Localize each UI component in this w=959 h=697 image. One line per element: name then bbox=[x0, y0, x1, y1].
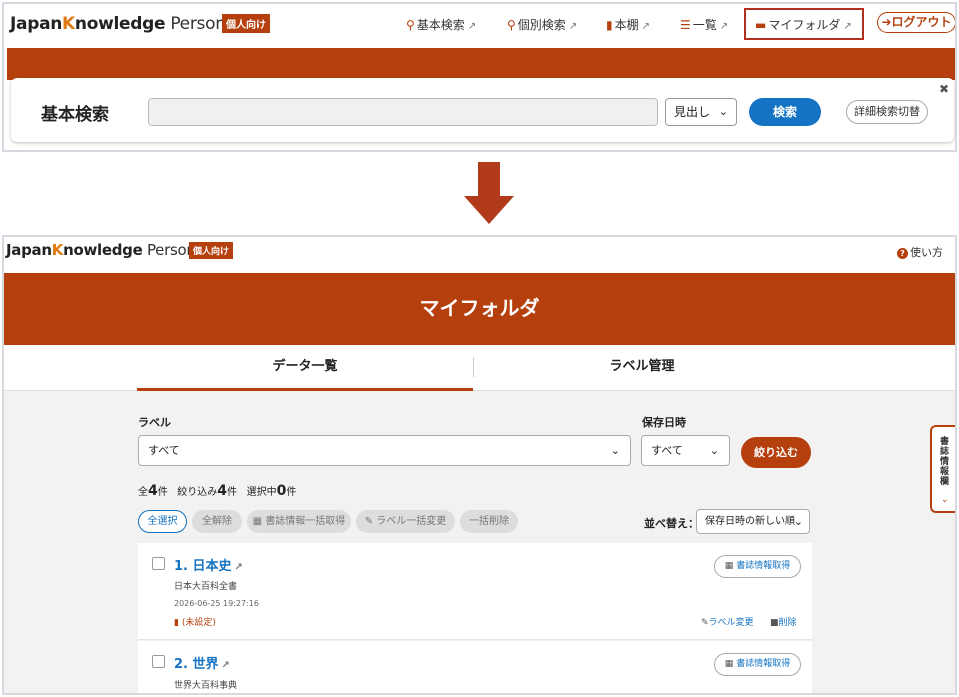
chevron-down-icon: ⌄ bbox=[610, 444, 620, 457]
nav-list[interactable]: ☰ 一覧 ↗ bbox=[680, 16, 728, 33]
item-checkbox[interactable] bbox=[152, 655, 165, 668]
label-filter-label: ラベル bbox=[138, 416, 171, 429]
delete-link[interactable]: ■削除 bbox=[770, 615, 797, 628]
chevron-down-icon: ⌄ bbox=[941, 495, 949, 505]
basic-search-screen: JapanKnowledge Personal 個人向け ⚲ 基本検索 ↗ ⚲ 個別検… bbox=[2, 2, 957, 152]
filter-button[interactable]: 絞り込む bbox=[741, 437, 811, 468]
external-link-icon: ↗ bbox=[843, 21, 852, 32]
bulk-label-button[interactable]: ✎ ラベル一括変更 bbox=[356, 510, 455, 533]
list-icon: ☰ bbox=[680, 18, 691, 32]
search-button[interactable]: 検索 bbox=[749, 98, 821, 126]
down-arrow-icon bbox=[478, 162, 500, 198]
bulk-biblio-button[interactable]: ▦ 書誌情報一括取得 bbox=[247, 510, 351, 533]
site-header: JapanKnowledge Personal 個人向け ? 使い方 bbox=[4, 237, 955, 273]
logout-button[interactable]: ➜ログアウト bbox=[877, 12, 955, 33]
search-title: 基本検索 bbox=[41, 105, 109, 125]
tab-bar: データ一覧 ラベル管理 bbox=[4, 345, 955, 391]
search-input[interactable] bbox=[148, 98, 658, 126]
search-plus-icon: ⚲ bbox=[507, 18, 516, 32]
pin-icon[interactable]: ✖ bbox=[939, 82, 949, 96]
bulk-delete-button[interactable]: 一括削除 bbox=[460, 510, 518, 533]
nav-bookshelf[interactable]: ▮ 本棚 ↗ bbox=[606, 16, 650, 33]
search-card: 基本検索 見出し ⌄ 検索 詳細検索切替 ✖ bbox=[11, 78, 954, 142]
trash-icon: ■ bbox=[770, 618, 779, 628]
myfolder-screen: JapanKnowledge Personal 個人向け ? 使い方 マイフォルダ… bbox=[2, 235, 957, 695]
edit-icon: ✎ bbox=[701, 618, 709, 628]
biblio-button[interactable]: ▦ 書誌情報取得 bbox=[714, 555, 801, 578]
advanced-search-toggle[interactable]: 詳細検索切替 bbox=[846, 100, 928, 124]
item-label: ▮ (未設定) bbox=[174, 618, 216, 628]
external-link-icon: ↗ bbox=[234, 562, 243, 573]
item-source: 日本大百科全書 bbox=[174, 582, 238, 592]
chevron-down-icon: ⌄ bbox=[718, 105, 728, 118]
side-tab-label: 書誌情報欄 bbox=[940, 437, 950, 487]
sort-label: 並べ替え： bbox=[644, 517, 699, 530]
document-icon: ▦ bbox=[724, 659, 734, 669]
search-icon: ⚲ bbox=[406, 18, 415, 32]
page-title: マイフォルダ bbox=[4, 273, 955, 345]
header-band bbox=[7, 48, 955, 80]
tab-label-management[interactable]: ラベル管理 bbox=[474, 345, 810, 391]
biblio-button[interactable]: ▦ 書誌情報取得 bbox=[714, 653, 801, 676]
document-icon: ▦ bbox=[724, 561, 734, 571]
down-arrow-head bbox=[464, 196, 514, 224]
nav-individual-search[interactable]: ⚲ 個別検索 ↗ bbox=[507, 16, 577, 33]
help-link[interactable]: ? 使い方 bbox=[897, 244, 943, 260]
item-source: 世界大百科事典 bbox=[174, 681, 238, 691]
personal-badge: 個人向け bbox=[189, 242, 234, 259]
list-item: 1. 日本史 ↗ 日本大百科全書 2026-06-25 19:27:16 ▮ (未… bbox=[138, 543, 812, 640]
date-filter-label: 保存日時 bbox=[642, 416, 686, 429]
item-title-link[interactable]: 1. 日本史 ↗ bbox=[174, 555, 243, 574]
date-filter-select[interactable]: すべて ⌄ bbox=[641, 435, 730, 466]
deselect-all-button[interactable]: 全解除 bbox=[192, 510, 242, 533]
item-title-link[interactable]: 2. 世界 ↗ bbox=[174, 653, 230, 672]
external-link-icon: ↗ bbox=[221, 660, 230, 671]
tab-data-list[interactable]: データ一覧 bbox=[137, 345, 473, 391]
nav-myfolder[interactable]: ▬ マイフォルダ ↗ bbox=[755, 16, 852, 33]
biblio-side-tab[interactable]: 書誌情報欄 ⌄ bbox=[930, 425, 955, 513]
search-mode-select[interactable]: 見出し ⌄ bbox=[665, 98, 737, 126]
chevron-down-icon: ⌄ bbox=[793, 515, 803, 528]
site-header: JapanKnowledge Personal 個人向け ⚲ 基本検索 ↗ ⚲ 個別検… bbox=[4, 4, 955, 48]
bookmark-icon: ▮ bbox=[174, 618, 179, 628]
personal-badge: 個人向け bbox=[222, 14, 270, 33]
external-link-icon: ↗ bbox=[719, 21, 729, 32]
list-item: 2. 世界 ↗ 世界大百科事典 ▦ 書誌情報取得 bbox=[138, 641, 812, 693]
external-link-icon: ↗ bbox=[641, 21, 651, 32]
site-logo[interactable]: JapanKnowledge Personal bbox=[6, 241, 209, 259]
edit-icon: ✎ bbox=[364, 516, 374, 527]
select-all-button[interactable]: 全選択 bbox=[138, 510, 187, 533]
sort-select[interactable]: 保存日時の新しい順 ⌄ bbox=[696, 509, 810, 534]
item-date: 2026-06-25 19:27:16 bbox=[174, 599, 259, 608]
nav-basic-search[interactable]: ⚲ 基本検索 ↗ bbox=[406, 16, 476, 33]
document-icon: ▦ bbox=[252, 516, 263, 527]
folder-icon: ▬ bbox=[755, 18, 767, 32]
site-logo[interactable]: JapanKnowledge Personal bbox=[10, 14, 241, 34]
book-icon: ▮ bbox=[606, 18, 613, 32]
label-filter-select[interactable]: すべて ⌄ bbox=[138, 435, 631, 466]
result-counts: 全4件 絞り込み4件 選択中0件 bbox=[138, 483, 297, 499]
item-checkbox[interactable] bbox=[152, 557, 165, 570]
logout-icon: ➜ bbox=[881, 15, 892, 29]
external-link-icon: ↗ bbox=[568, 21, 578, 32]
external-link-icon: ↗ bbox=[467, 21, 477, 32]
label-change-link[interactable]: ✎ラベル変更 bbox=[701, 615, 754, 628]
chevron-down-icon: ⌄ bbox=[709, 444, 719, 457]
question-icon: ? bbox=[897, 248, 908, 259]
